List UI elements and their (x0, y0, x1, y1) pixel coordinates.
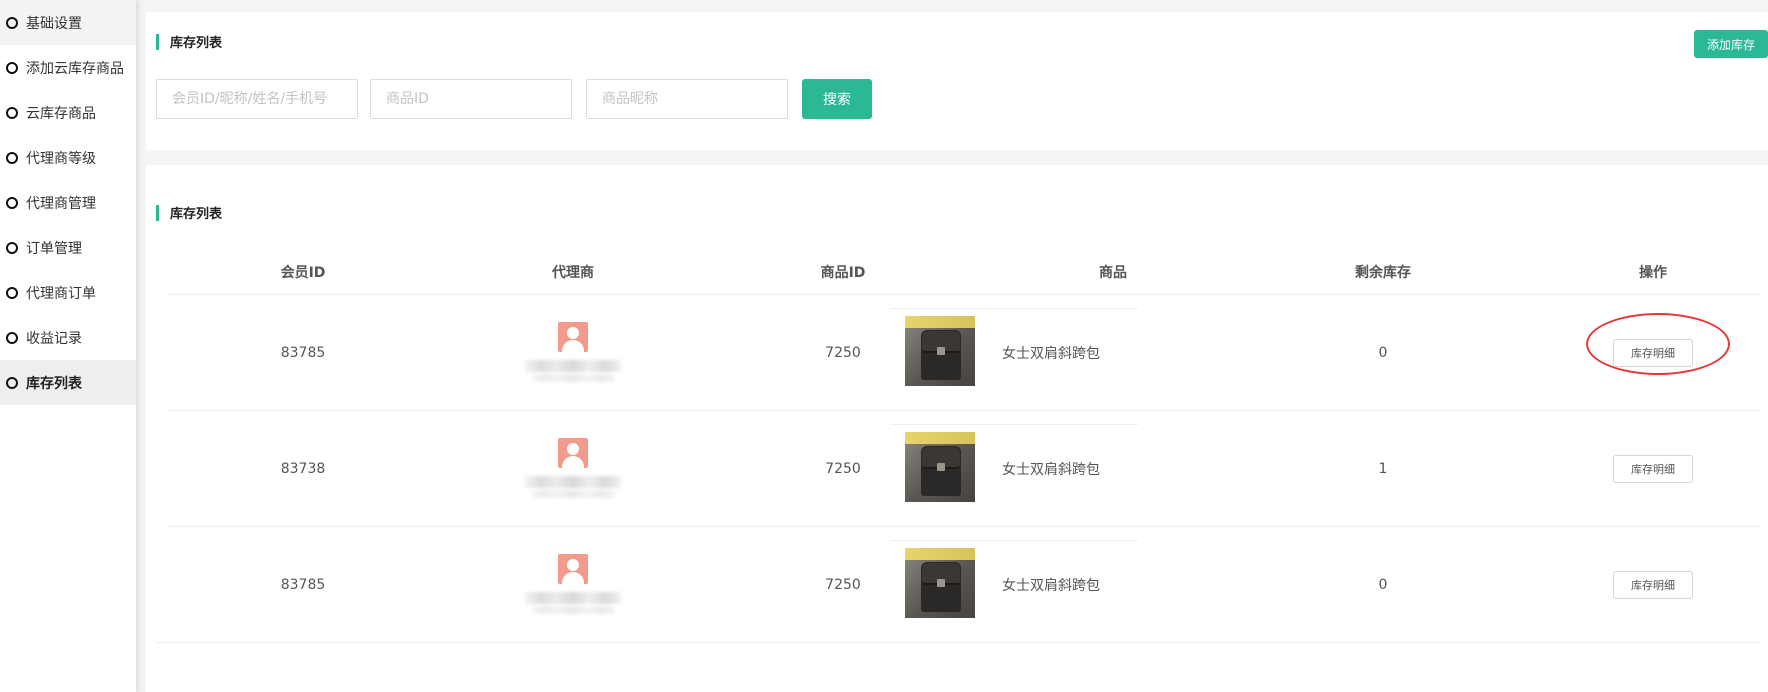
stock-list-panel: 库存列表 会员ID 代理商 商品ID 商品 剩余库存 操作 83785 7250… (146, 165, 1768, 692)
product-cell: 女士双肩斜跨包 (890, 308, 1138, 392)
product-name: 女士双肩斜跨包 (1002, 462, 1100, 478)
circle-icon (6, 61, 18, 74)
filter-panel: 库存列表 添加库存 搜索 (146, 12, 1768, 150)
title-accent-bar (156, 204, 159, 221)
actions-cell: 库存明细 (1613, 528, 1693, 642)
actions-cell: 库存明细 (1613, 296, 1693, 410)
product-id-cell: 7250 (825, 577, 861, 593)
section-title: 库存列表 (156, 32, 222, 51)
sidebar-item-earnings[interactable]: 收益记录 (0, 315, 136, 360)
product-name-input[interactable] (586, 79, 788, 119)
title-accent-bar (156, 33, 159, 50)
product-id-cell: 7250 (825, 345, 861, 361)
circle-icon (6, 241, 18, 254)
table-row: 83785 7250 女士双肩斜跨包 0 库存明细 (166, 296, 1762, 411)
sidebar-item-label: 基础设置 (26, 15, 82, 32)
column-header-agent: 代理商 (552, 264, 594, 281)
column-header-product-id: 商品ID (820, 264, 866, 281)
circle-icon (6, 151, 18, 164)
sidebar-item-agent-management[interactable]: 代理商管理 (0, 180, 136, 225)
member-id-cell: 83738 (280, 461, 326, 477)
sidebar-item-stock-list[interactable]: 库存列表 (0, 360, 136, 405)
add-stock-button[interactable]: 添加库存 (1694, 30, 1768, 58)
sidebar-item-cloud-products[interactable]: 云库存商品 (0, 90, 136, 135)
product-id-cell: 7250 (825, 461, 861, 477)
product-thumbnail (905, 548, 975, 618)
page-title: 库存列表 (170, 36, 223, 51)
sidebar-item-basic-settings[interactable]: 基础设置 (0, 0, 136, 45)
search-button[interactable]: 搜索 (802, 79, 872, 119)
member-search-input[interactable] (156, 79, 358, 119)
blurred-agent-name (531, 374, 615, 382)
stock-detail-button[interactable]: 库存明细 (1613, 339, 1693, 367)
blurred-agent-name (525, 360, 621, 372)
blurred-agent-name (531, 490, 615, 498)
agent-cell (525, 554, 621, 614)
circle-icon (6, 16, 18, 29)
column-header-product: 商品 (1099, 264, 1127, 281)
product-name: 女士双肩斜跨包 (1002, 578, 1100, 594)
list-title: 库存列表 (170, 207, 223, 222)
product-id-input[interactable] (370, 79, 572, 119)
blurred-agent-name (525, 592, 621, 604)
product-cell: 女士双肩斜跨包 (890, 540, 1138, 624)
remaining-stock-cell: 0 (1378, 577, 1388, 593)
sidebar-item-label: 代理商订单 (26, 285, 96, 302)
stock-detail-button[interactable]: 库存明细 (1613, 571, 1693, 599)
table-row: 83785 7250 女士双肩斜跨包 0 库存明细 (156, 528, 1762, 643)
blurred-agent-name (525, 476, 621, 488)
blurred-agent-name (531, 606, 615, 614)
product-thumbnail (905, 432, 975, 502)
column-header-member-id: 会员ID (280, 264, 326, 281)
sidebar-item-agent-orders[interactable]: 代理商订单 (0, 270, 136, 315)
circle-icon (6, 331, 18, 344)
sidebar-item-label: 订单管理 (26, 240, 82, 257)
sidebar-item-label: 云库存商品 (26, 105, 96, 122)
stock-detail-button[interactable]: 库存明细 (1613, 455, 1693, 483)
column-header-remaining-stock: 剩余库存 (1355, 264, 1411, 281)
circle-icon (6, 106, 18, 119)
avatar (558, 322, 588, 352)
sidebar-item-label: 代理商管理 (26, 195, 96, 212)
circle-icon (6, 196, 18, 209)
avatar (558, 438, 588, 468)
column-header-actions: 操作 (1639, 264, 1667, 281)
circle-icon (6, 286, 18, 299)
sidebar-item-label: 添加云库存商品 (26, 60, 124, 77)
product-thumbnail (905, 316, 975, 386)
circle-icon (6, 376, 18, 389)
actions-cell: 库存明细 (1613, 412, 1693, 526)
sidebar-item-label: 收益记录 (26, 330, 82, 347)
section-title: 库存列表 (156, 203, 222, 222)
sidebar-item-order-management[interactable]: 订单管理 (0, 225, 136, 270)
remaining-stock-cell: 0 (1378, 345, 1388, 361)
sidebar: 基础设置 添加云库存商品 云库存商品 代理商等级 代理商管理 订单管理 代理商订… (0, 0, 136, 692)
agent-cell (525, 438, 621, 498)
sidebar-item-add-cloud-product[interactable]: 添加云库存商品 (0, 45, 136, 90)
member-id-cell: 83785 (280, 345, 326, 361)
sidebar-item-label: 库存列表 (26, 375, 82, 392)
table-header: 会员ID 代理商 商品ID 商品 剩余库存 操作 (166, 248, 1762, 295)
agent-cell (525, 322, 621, 382)
remaining-stock-cell: 1 (1378, 461, 1388, 477)
sidebar-item-agent-levels[interactable]: 代理商等级 (0, 135, 136, 180)
product-cell: 女士双肩斜跨包 (890, 424, 1138, 508)
product-name: 女士双肩斜跨包 (1002, 346, 1100, 362)
avatar (558, 554, 588, 584)
sidebar-item-label: 代理商等级 (26, 150, 96, 167)
member-id-cell: 83785 (280, 577, 326, 593)
table-row: 83738 7250 女士双肩斜跨包 1 库存明细 (166, 412, 1762, 527)
